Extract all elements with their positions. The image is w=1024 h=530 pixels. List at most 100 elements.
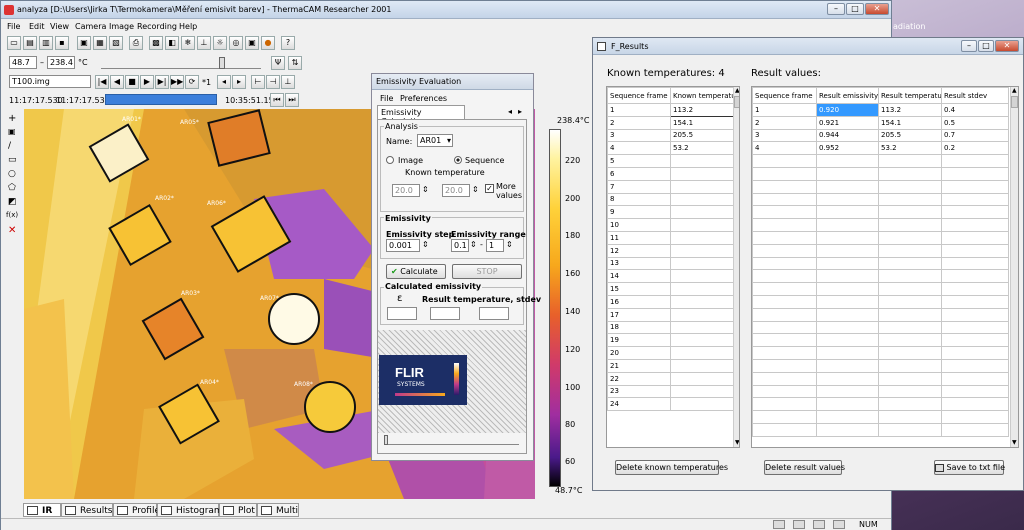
- stop-button[interactable]: STOP: [452, 264, 522, 279]
- known-row-frame[interactable]: 15: [607, 282, 671, 296]
- tab-results[interactable]: Results: [61, 503, 113, 517]
- result-row-stdev[interactable]: 0.7: [941, 128, 1009, 143]
- result-row-emissivity[interactable]: 0.920: [816, 103, 879, 117]
- result-scroll-thumb[interactable]: [1011, 96, 1018, 108]
- known-row-frame[interactable]: 2: [607, 115, 671, 130]
- result-empty-cell[interactable]: [816, 371, 879, 386]
- result-row[interactable]: [752, 282, 1009, 296]
- result-empty-cell[interactable]: [816, 218, 879, 232]
- spot-tool-icon[interactable]: ▣: [8, 127, 16, 136]
- known-row-temperature[interactable]: [670, 384, 734, 399]
- known-row-frame[interactable]: 14: [607, 269, 671, 284]
- result-table[interactable]: Sequence frame Result emissivity Result …: [752, 87, 1009, 437]
- known-temp-row[interactable]: 14: [607, 269, 734, 284]
- rectangle-tool-icon[interactable]: ▭: [8, 155, 17, 165]
- known-row-frame[interactable]: 1: [607, 103, 671, 117]
- known-temp-row[interactable]: 13: [607, 256, 734, 271]
- result-scrollbar[interactable]: ▲ ▼: [1010, 87, 1018, 447]
- result-row[interactable]: [752, 179, 1009, 194]
- known-temp-row[interactable]: 20: [607, 346, 734, 360]
- result-empty-cell[interactable]: [878, 346, 942, 360]
- known-row-temperature[interactable]: [670, 358, 734, 373]
- result-empty-cell[interactable]: [752, 397, 817, 412]
- known-temp-row[interactable]: 21: [607, 358, 734, 373]
- image-radio[interactable]: [386, 156, 394, 164]
- timeline-end-icon[interactable]: ⏭: [285, 93, 299, 107]
- result-row[interactable]: 1 0.920 113.2 0.4: [752, 103, 1009, 117]
- known-temp-row[interactable]: 6: [607, 166, 734, 181]
- result-empty-cell[interactable]: [816, 256, 879, 271]
- menu-edit[interactable]: Edit: [29, 22, 45, 31]
- menu-view[interactable]: View: [50, 22, 69, 31]
- sequence-radio[interactable]: [454, 156, 462, 164]
- result-empty-cell[interactable]: [878, 320, 942, 335]
- known-temp-row[interactable]: 12: [607, 243, 734, 258]
- known-temp-row[interactable]: 15: [607, 282, 734, 296]
- known-row-temperature[interactable]: [670, 166, 734, 181]
- result-empty-cell[interactable]: [752, 230, 817, 245]
- known-row-frame[interactable]: 16: [607, 294, 671, 309]
- result-row[interactable]: [752, 307, 1009, 322]
- result-empty-cell[interactable]: [878, 230, 942, 245]
- result-empty-cell[interactable]: [941, 358, 1009, 373]
- tab-ir[interactable]: IR: [23, 503, 61, 517]
- result-empty-cell[interactable]: [878, 422, 942, 437]
- known-temp-row[interactable]: 1 113.2: [607, 103, 734, 117]
- open-folder-icon[interactable]: ▥: [39, 36, 53, 50]
- result-empty-cell[interactable]: [752, 320, 817, 335]
- result-empty-cell[interactable]: [941, 154, 1009, 168]
- result-row-temperature[interactable]: 154.1: [878, 115, 942, 130]
- delete-result-values-button[interactable]: Delete result values: [764, 460, 845, 475]
- last-frame-icon[interactable]: ▶▶: [170, 75, 184, 89]
- result-empty-cell[interactable]: [941, 218, 1009, 232]
- result-empty-cell[interactable]: [878, 256, 942, 271]
- result-empty-cell[interactable]: [878, 154, 942, 168]
- result-empty-cell[interactable]: [878, 282, 942, 296]
- result-empty-cell[interactable]: [816, 179, 879, 194]
- tab-emissivity-calculation[interactable]: Emissivity Calculation: [377, 105, 465, 126]
- scan-icon[interactable]: ▣: [245, 36, 259, 50]
- minimize-button[interactable]: –: [827, 3, 845, 15]
- calculate-button[interactable]: ✔ Calculate: [386, 264, 446, 279]
- result-empty-cell[interactable]: [941, 166, 1009, 181]
- known-row-frame[interactable]: 7: [607, 179, 671, 194]
- result-empty-cell[interactable]: [752, 269, 817, 284]
- result-empty-cell[interactable]: [941, 256, 1009, 271]
- result-row-stdev[interactable]: 0.4: [941, 103, 1009, 117]
- known-row-frame[interactable]: 22: [607, 371, 671, 386]
- known-row-frame[interactable]: 11: [607, 230, 671, 245]
- emissivity-range-from-spinner[interactable]: ⇕: [470, 240, 477, 249]
- known-row-temperature[interactable]: [670, 282, 734, 296]
- known-row-frame[interactable]: 3: [607, 128, 671, 143]
- tab-histogram[interactable]: Histogram: [157, 503, 223, 517]
- result-row-stdev[interactable]: 0.2: [941, 141, 1009, 156]
- menu-image[interactable]: Image: [109, 22, 134, 31]
- result-empty-cell[interactable]: [816, 333, 879, 348]
- result-row[interactable]: [752, 346, 1009, 360]
- known-temp-row[interactable]: 7: [607, 179, 734, 194]
- temp-min-field[interactable]: 48.7: [9, 56, 37, 69]
- result-empty-cell[interactable]: [816, 346, 879, 360]
- record-icon[interactable]: ▦: [93, 36, 107, 50]
- timeline-bar[interactable]: [105, 94, 217, 105]
- crosshair-tool-icon[interactable]: +: [8, 113, 16, 124]
- col-sequence-frame[interactable]: Sequence frame: [607, 87, 671, 104]
- result-row-frame[interactable]: 2: [752, 115, 817, 130]
- focus-icon[interactable]: ◎: [229, 36, 243, 50]
- known-temp-row[interactable]: 3 205.5: [607, 128, 734, 143]
- tab-multi[interactable]: Multi: [257, 503, 299, 517]
- tab-scroll-left-icon[interactable]: ◂: [508, 107, 512, 116]
- grid-icon[interactable]: ▩: [149, 36, 163, 50]
- known-row-temperature[interactable]: 113.2: [670, 103, 734, 117]
- result-empty-cell[interactable]: [941, 307, 1009, 322]
- known-row-temperature[interactable]: [670, 154, 734, 168]
- known-row-temperature[interactable]: [670, 371, 734, 386]
- step-down-icon[interactable]: ◂: [217, 75, 231, 89]
- result-empty-cell[interactable]: [878, 243, 942, 258]
- result-row-frame[interactable]: 1: [752, 103, 817, 117]
- result-row[interactable]: [752, 371, 1009, 386]
- result-empty-cell[interactable]: [816, 307, 879, 322]
- result-empty-cell[interactable]: [941, 230, 1009, 245]
- known-temp-row[interactable]: 4 53.2: [607, 141, 734, 156]
- polygon-tool-icon[interactable]: ⬠: [8, 183, 16, 193]
